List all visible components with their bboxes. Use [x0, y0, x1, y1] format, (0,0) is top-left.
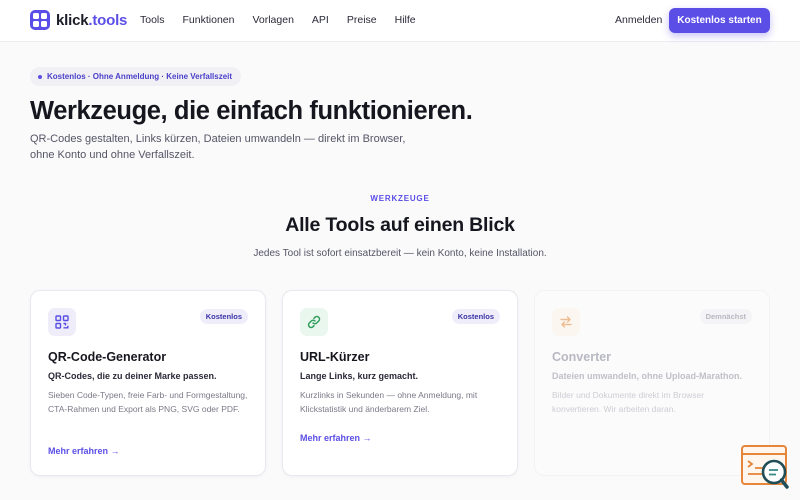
nav-link-tools[interactable]: Tools: [140, 14, 165, 26]
card-tagline: Dateien umwandeln, ohne Upload-Marathon.: [552, 371, 743, 381]
search-assistant-icon[interactable]: [740, 444, 790, 490]
login-link[interactable]: Anmelden: [615, 14, 662, 26]
logo[interactable]: klick.tools: [30, 10, 127, 30]
nav-link-api[interactable]: API: [312, 14, 329, 26]
qr-code-icon: [48, 308, 76, 336]
section-subtitle: Jedes Tool ist sofort einsatzbereit — ke…: [253, 248, 547, 259]
section-eyebrow: WERKZEUGE: [370, 194, 430, 203]
tool-card-url-shortener[interactable]: Kostenlos URL-Kürzer Lange Links, kurz g…: [282, 290, 518, 476]
card-tagline: Lange Links, kurz gemacht.: [300, 371, 419, 381]
learn-more-link[interactable]: Mehr erfahren →: [300, 433, 372, 443]
status-badge: Kostenlos: [451, 309, 500, 324]
convert-arrows-icon: [552, 308, 580, 336]
main-nav: Tools Funktionen Vorlagen API Preise Hil…: [140, 14, 434, 26]
card-description: Bilder und Dokumente direkt im Browser k…: [552, 390, 705, 414]
nav-link-funktionen[interactable]: Funktionen: [183, 14, 235, 26]
card-title: Converter: [552, 350, 612, 364]
hero-subtitle: QR-Codes gestalten, Links kürzen, Dateie…: [30, 133, 406, 161]
pill-text: Kostenlos · Ohne Anmeldung · Keine Verfa…: [47, 72, 233, 81]
logo-grid-icon: [30, 10, 50, 30]
learn-more-link[interactable]: Mehr erfahren →: [48, 446, 120, 456]
link-icon: [300, 308, 328, 336]
pill-dot-icon: [38, 74, 42, 79]
card-title: URL-Kürzer: [300, 350, 370, 364]
nav-link-vorlagen[interactable]: Vorlagen: [252, 14, 293, 26]
tool-card-qr-code[interactable]: Kostenlos QR-Code-Generator QR-Codes, di…: [30, 290, 266, 476]
card-description: Sieben Code-Typen, freie Farb- und Formg…: [48, 390, 248, 414]
status-badge: Kostenlos: [199, 309, 248, 324]
card-description: Kurzlinks in Sekunden — ohne Anmeldung, …: [300, 390, 478, 414]
hero-title: Werkzeuge, die einfach funktionieren.: [30, 97, 473, 125]
section-title: Alle Tools auf einen Blick: [285, 214, 515, 236]
nav-link-hilfe[interactable]: Hilfe: [395, 14, 416, 26]
start-free-button[interactable]: Kostenlos starten: [669, 8, 770, 33]
logo-text: klick.tools: [56, 11, 128, 29]
card-title: QR-Code-Generator: [48, 350, 167, 364]
top-navigation-bar: klick.tools Tools Funktionen Vorlagen AP…: [0, 0, 800, 42]
nav-link-preise[interactable]: Preise: [347, 14, 377, 26]
card-tagline: QR-Codes, die zu deiner Marke passen.: [48, 371, 217, 381]
tool-card-converter: Demnächst Converter Dateien umwandeln, o…: [534, 290, 770, 476]
status-badge: Demnächst: [699, 309, 752, 324]
feature-pill: Kostenlos · Ohne Anmeldung · Keine Verfa…: [30, 67, 242, 86]
